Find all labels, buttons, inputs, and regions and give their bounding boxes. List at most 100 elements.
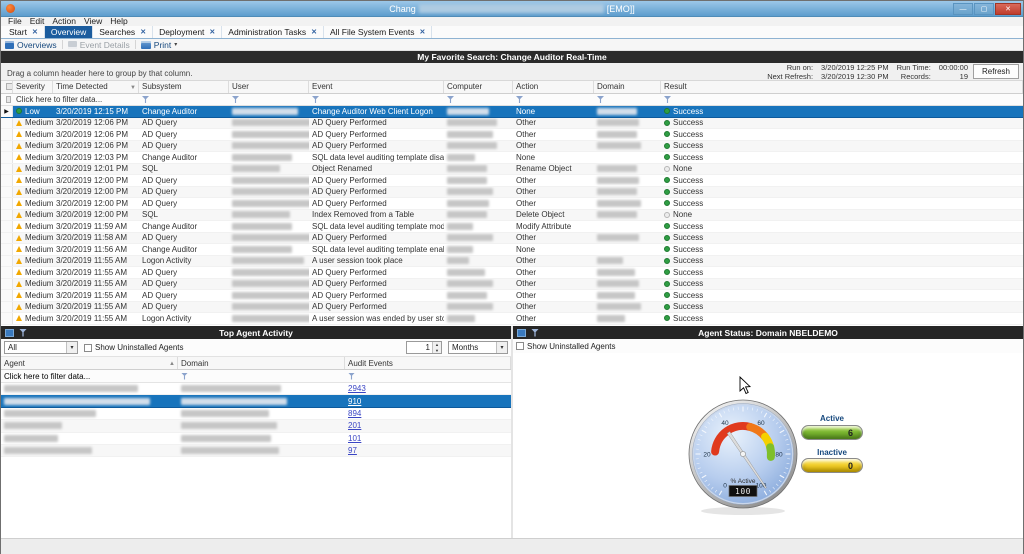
filter-funnel-icon[interactable] xyxy=(516,96,523,103)
tab-deployment[interactable]: Deployment✕ xyxy=(153,26,222,38)
filter-funnel-icon[interactable] xyxy=(664,96,671,103)
filter-funnel-icon[interactable] xyxy=(348,373,355,380)
column-header-domain[interactable]: Domain xyxy=(594,81,661,93)
active-count-indicator[interactable]: 6 xyxy=(801,425,863,440)
grid-row[interactable]: Medium3/20/2019 11:58 AMAD QueryAD Query… xyxy=(1,233,1023,245)
agent-column-header-domain[interactable]: Domain xyxy=(178,357,345,369)
select-all-cell[interactable] xyxy=(1,81,13,93)
grid-row[interactable]: Medium3/20/2019 11:55 AMAD QueryAD Query… xyxy=(1,290,1023,302)
agent-cell xyxy=(1,420,178,431)
grid-row[interactable]: Medium3/20/2019 12:01 PMSQLObject Rename… xyxy=(1,164,1023,176)
agent-row[interactable]: 2943 xyxy=(1,383,511,395)
grid-row[interactable]: Medium3/20/2019 12:00 PMAD QueryAD Query… xyxy=(1,175,1023,187)
agent-row[interactable]: 910 xyxy=(1,395,511,407)
column-header-event[interactable]: Event xyxy=(309,81,444,93)
maximize-button[interactable]: ▢ xyxy=(974,3,994,15)
tab-overview[interactable]: Overview xyxy=(45,26,93,38)
filter-funnel-icon[interactable] xyxy=(142,96,149,103)
audit-events-link[interactable]: 201 xyxy=(348,421,361,430)
agent-row[interactable]: 97 xyxy=(1,445,511,457)
spinner-icon[interactable]: ▲▼ xyxy=(432,342,441,353)
event-details-button[interactable]: Event Details xyxy=(68,40,130,50)
audit-events-link[interactable]: 910 xyxy=(348,397,361,406)
redacted-user xyxy=(232,280,309,287)
grid-row[interactable]: Medium3/20/2019 11:59 AMChange AuditorSQ… xyxy=(1,221,1023,233)
grid-row[interactable]: Medium3/20/2019 11:56 AMChange AuditorSQ… xyxy=(1,244,1023,256)
filter-funnel-icon[interactable] xyxy=(597,96,604,103)
agent-column-header-audit-events[interactable]: Audit Events xyxy=(345,357,511,369)
agent-column-header-agent[interactable]: Agent▲ xyxy=(1,357,178,369)
filter-funnel-icon[interactable] xyxy=(312,96,319,103)
grid-row[interactable]: Medium3/20/2019 12:06 PMAD QueryAD Query… xyxy=(1,118,1023,130)
grid-row[interactable]: Medium3/20/2019 11:55 AMAD QueryAD Query… xyxy=(1,279,1023,291)
agent-filter-select[interactable]: All ▾ xyxy=(4,341,78,354)
grid-row[interactable]: Medium3/20/2019 12:06 PMAD QueryAD Query… xyxy=(1,129,1023,141)
redacted-computer xyxy=(447,269,485,276)
toolbar-separator xyxy=(135,40,136,49)
medium-severity-icon xyxy=(16,315,22,321)
tab-close-icon[interactable]: ✕ xyxy=(209,28,215,36)
column-header-subsystem[interactable]: Subsystem xyxy=(139,81,229,93)
column-header-severity[interactable]: Severity xyxy=(13,81,53,93)
period-value-input[interactable]: 1 ▲▼ xyxy=(406,341,442,354)
agent-row[interactable]: 201 xyxy=(1,420,511,432)
menu-view[interactable]: View xyxy=(80,17,106,26)
grid-row[interactable]: Medium3/20/2019 11:55 AMAD QueryAD Query… xyxy=(1,302,1023,314)
show-uninstalled-checkbox[interactable]: Show Uninstalled Agents xyxy=(84,343,184,352)
grid-row[interactable]: Medium3/20/2019 12:00 PMSQLIndex Removed… xyxy=(1,210,1023,222)
audit-events-link[interactable]: 2943 xyxy=(348,384,366,393)
row-indicator xyxy=(1,175,13,186)
severity-cell: Medium xyxy=(13,152,53,163)
export-icon[interactable] xyxy=(517,329,526,337)
result-cell: Success xyxy=(661,141,1023,152)
audit-events-link[interactable]: 101 xyxy=(348,434,361,443)
export-icon[interactable] xyxy=(5,329,14,337)
tab-all-file-system-events[interactable]: All File System Events✕ xyxy=(324,26,432,38)
column-header-action[interactable]: Action xyxy=(513,81,594,93)
minimize-button[interactable]: — xyxy=(953,3,973,15)
filter-input[interactable]: Click here to filter data... xyxy=(13,94,139,105)
grid-row[interactable]: Medium3/20/2019 12:00 PMAD QueryAD Query… xyxy=(1,187,1023,199)
audit-events-link[interactable]: 894 xyxy=(348,409,361,418)
tab-close-icon[interactable]: ✕ xyxy=(420,28,426,36)
overviews-button[interactable]: Overviews xyxy=(5,40,57,50)
column-header-computer[interactable]: Computer xyxy=(444,81,513,93)
show-uninstalled-checkbox[interactable]: Show Uninstalled Agents xyxy=(516,342,616,351)
menu-file[interactable]: File xyxy=(4,17,26,26)
grid-row[interactable]: Medium3/20/2019 12:06 PMAD QueryAD Query… xyxy=(1,141,1023,153)
user-cell xyxy=(229,279,309,290)
tab-searches[interactable]: Searches✕ xyxy=(93,26,153,38)
filter-funnel-icon[interactable] xyxy=(232,96,239,103)
column-header-user[interactable]: User xyxy=(229,81,309,93)
grid-row[interactable]: Medium3/20/2019 12:00 PMAD QueryAD Query… xyxy=(1,198,1023,210)
grid-row[interactable]: ▶Low3/20/2019 12:15 PMChange AuditorChan… xyxy=(1,106,1023,118)
column-header-result[interactable]: Result xyxy=(661,81,1023,93)
grid-row[interactable]: Medium3/20/2019 11:55 AMLogon ActivityA … xyxy=(1,313,1023,325)
close-button[interactable]: ✕ xyxy=(995,3,1021,15)
tab-start[interactable]: Start✕ xyxy=(3,26,45,38)
tab-administration-tasks[interactable]: Administration Tasks✕ xyxy=(222,26,324,38)
agent-filter-input[interactable]: Click here to filter data... xyxy=(1,370,178,382)
result-label: Success xyxy=(673,130,703,139)
agent-row[interactable]: 894 xyxy=(1,408,511,420)
column-header-time-detected[interactable]: Time Detected▼ xyxy=(53,81,139,93)
print-button[interactable]: Print ▾ xyxy=(141,40,178,50)
grid-row[interactable]: Medium3/20/2019 11:55 AMAD QueryAD Query… xyxy=(1,267,1023,279)
computer-cell xyxy=(444,187,513,198)
menu-edit[interactable]: Edit xyxy=(26,17,49,26)
menu-action[interactable]: Action xyxy=(48,17,80,26)
audit-events-link[interactable]: 97 xyxy=(348,446,357,455)
filter-funnel-icon[interactable] xyxy=(181,373,188,380)
tab-close-icon[interactable]: ✕ xyxy=(140,28,146,36)
agent-row[interactable]: 101 xyxy=(1,433,511,445)
grid-row[interactable]: Medium3/20/2019 11:55 AMLogon ActivityA … xyxy=(1,256,1023,268)
inactive-count-indicator[interactable]: 0 xyxy=(801,458,863,473)
period-unit-select[interactable]: Months ▾ xyxy=(448,341,508,354)
filter-funnel-icon[interactable] xyxy=(447,96,454,103)
tab-close-icon[interactable]: ✕ xyxy=(32,28,38,36)
menu-help[interactable]: Help xyxy=(106,17,131,26)
grid-row[interactable]: Medium3/20/2019 12:03 PMChange AuditorSQ… xyxy=(1,152,1023,164)
refresh-button[interactable]: Refresh xyxy=(973,64,1019,79)
tab-close-icon[interactable]: ✕ xyxy=(311,28,317,36)
redacted-user xyxy=(232,246,292,253)
